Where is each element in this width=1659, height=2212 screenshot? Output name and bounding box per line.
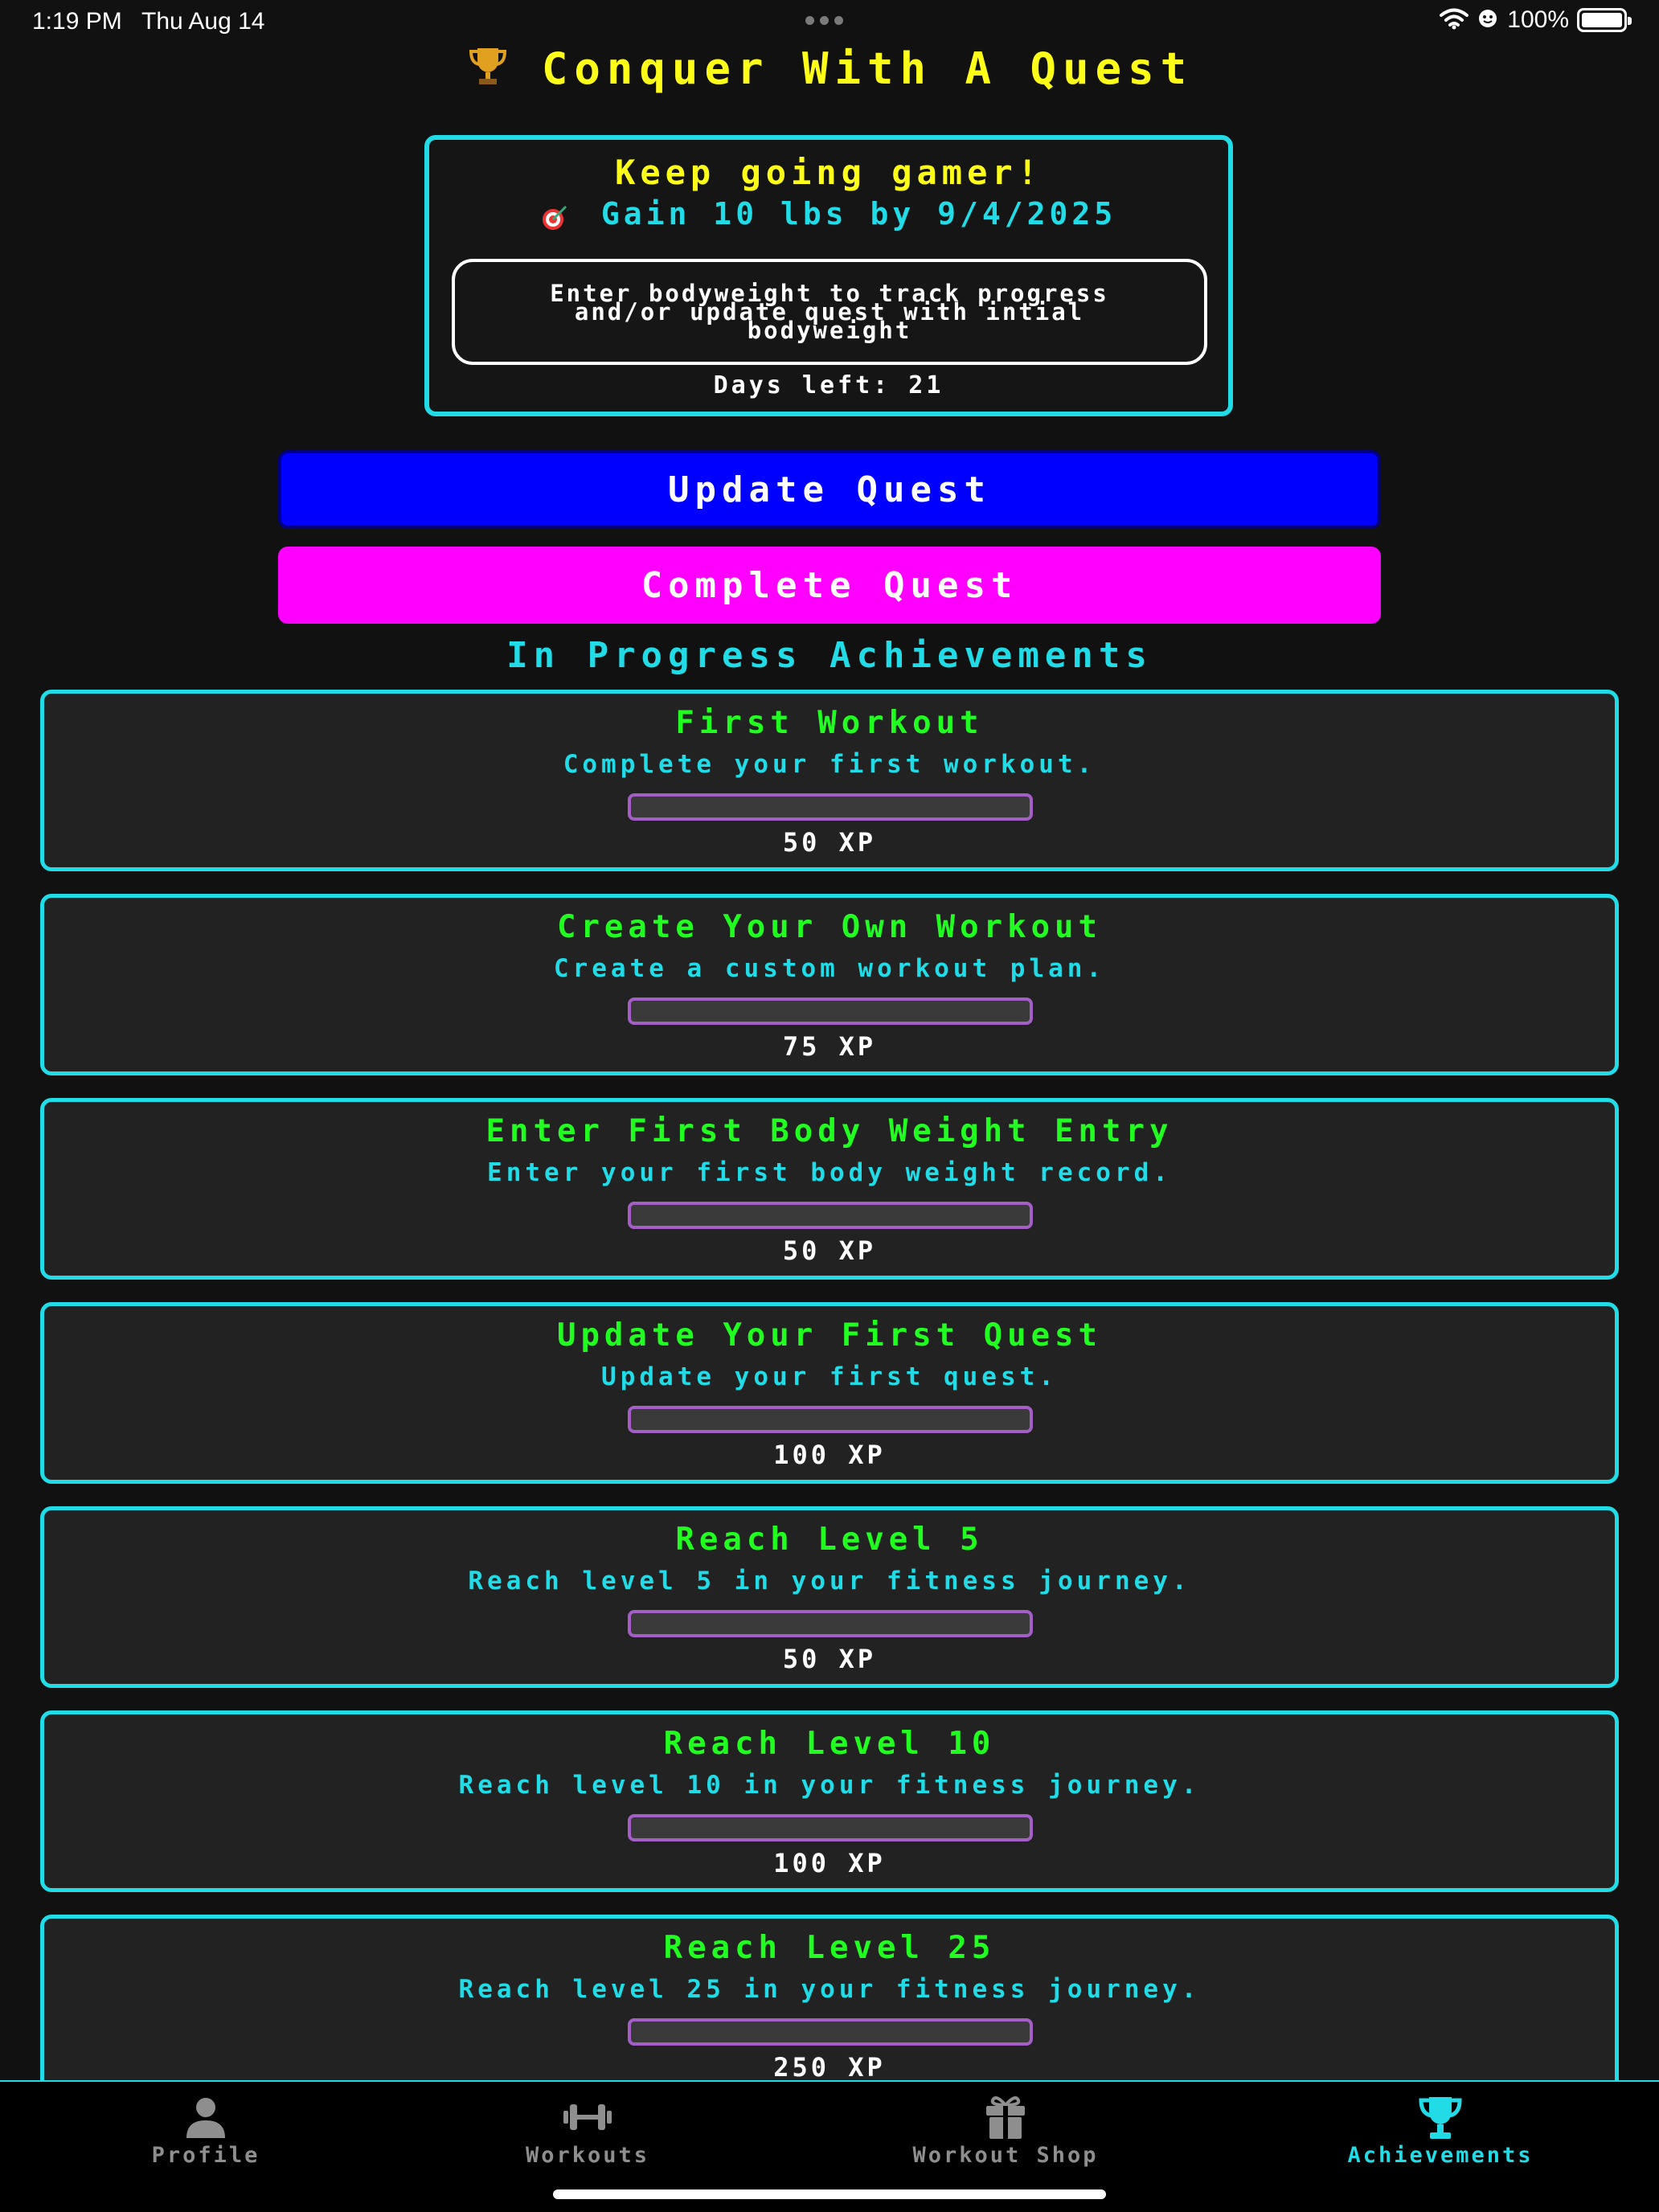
- achievement-description: Complete your first workout.: [563, 750, 1096, 779]
- quest-heading: Keep going gamer!: [615, 153, 1043, 192]
- focus-mode-icon: [1477, 7, 1499, 33]
- achievement-card: Enter First Body Weight Entry Enter your…: [40, 1098, 1619, 1280]
- achievement-description: Reach level 25 in your fitness journey.: [458, 1975, 1201, 2004]
- achievement-xp: 50 XP: [782, 1235, 877, 1266]
- achievement-xp: 75 XP: [782, 1031, 877, 1062]
- achievement-name: Create Your Own Workout: [556, 909, 1103, 945]
- achievement-xp: 100 XP: [773, 1440, 886, 1470]
- quest-card: Keep going gamer! Gain 10 lbs by 9/4/202…: [424, 135, 1233, 416]
- achievement-card: Reach Level 10 Reach level 10 in your fi…: [40, 1710, 1619, 1892]
- status-date: Thu Aug 14: [141, 8, 265, 35]
- achievement-xp: 50 XP: [782, 1644, 877, 1674]
- achievement-xp: 250 XP: [773, 2052, 886, 2080]
- tab-label: Profile: [151, 2143, 260, 2168]
- wifi-icon: [1440, 7, 1469, 33]
- achievement-xp: 50 XP: [782, 827, 877, 858]
- person-icon: [183, 2093, 228, 2141]
- achievement-list[interactable]: First Workout Complete your first workou…: [40, 690, 1619, 2080]
- dumbbell-icon: [562, 2093, 613, 2141]
- tab-label: Workout Shop: [912, 2143, 1099, 2168]
- tab-label: Achievements: [1347, 2143, 1534, 2168]
- status-indicators: 100%: [1440, 6, 1632, 34]
- status-bar: 1:19 PM Thu Aug 14 100%: [0, 0, 1659, 45]
- battery-icon: [1577, 8, 1632, 32]
- update-quest-button[interactable]: Update Quest: [278, 450, 1381, 529]
- achievement-progress-bar: [628, 1610, 1033, 1637]
- achievement-card: First Workout Complete your first workou…: [40, 690, 1619, 871]
- trophy-icon: [1416, 2093, 1464, 2141]
- achievement-name: Reach Level 5: [675, 1522, 984, 1558]
- achievement-description: Reach level 10 in your fitness journey.: [458, 1771, 1201, 1800]
- achievement-description: Create a custom workout plan.: [553, 954, 1106, 983]
- achievement-card: Reach Level 5 Reach level 5 in your fitn…: [40, 1506, 1619, 1688]
- tab-workouts[interactable]: Workouts: [514, 2093, 661, 2170]
- page-title: Conquer With A Quest: [541, 43, 1194, 94]
- achievement-progress-bar: [628, 1814, 1033, 1841]
- achievement-name: Reach Level 25: [663, 1930, 996, 1966]
- page-header: Conquer With A Quest: [0, 40, 1659, 96]
- achievement-name: Update Your First Quest: [556, 1317, 1103, 1354]
- quest-screen: 1:19 PM Thu Aug 14 100% Conquer With A Q…: [0, 0, 1659, 2212]
- achievement-description: Enter your first body weight record.: [487, 1158, 1172, 1187]
- achievement-description: Update your first quest.: [601, 1362, 1058, 1391]
- achievement-card: Create Your Own Workout Create a custom …: [40, 894, 1619, 1075]
- achievement-progress-bar: [628, 1202, 1033, 1229]
- complete-quest-button[interactable]: Complete Quest: [278, 547, 1381, 624]
- days-left: Days left: 21: [713, 371, 944, 399]
- achievement-name: Enter First Body Weight Entry: [485, 1113, 1174, 1149]
- section-title: In Progress Achievements: [506, 635, 1153, 676]
- tab-label: Workouts: [525, 2143, 650, 2168]
- quest-goal: Gain 10 lbs by 9/4/2025: [429, 196, 1228, 231]
- achievement-name: First Workout: [675, 705, 984, 741]
- battery-percentage: 100%: [1507, 6, 1569, 33]
- achievement-card: Reach Level 25 Reach level 25 in your fi…: [40, 1915, 1619, 2080]
- trophy-icon: [466, 43, 510, 94]
- achievement-progress-bar: [628, 1406, 1033, 1433]
- achievement-progress-bar: [628, 793, 1033, 821]
- tab-achievements[interactable]: Achievements: [1341, 2093, 1540, 2170]
- achievement-name: Reach Level 10: [663, 1726, 996, 1762]
- gift-icon: [983, 2093, 1028, 2141]
- bodyweight-input[interactable]: Enter bodyweight to track progress and/o…: [452, 259, 1207, 365]
- status-time: 1:19 PM: [32, 8, 122, 35]
- home-indicator[interactable]: [553, 2189, 1106, 2199]
- achievement-progress-bar: [628, 2018, 1033, 2046]
- tab-workout-shop[interactable]: Workout Shop: [903, 2093, 1108, 2170]
- multitasking-dots-icon[interactable]: [805, 16, 843, 25]
- quest-goal-text: Gain 10 lbs by 9/4/2025: [600, 196, 1117, 231]
- bodyweight-input-placeholder: Enter bodyweight to track progress and/o…: [550, 279, 1109, 344]
- achievement-card: Update Your First Quest Update your firs…: [40, 1302, 1619, 1484]
- achievement-progress-bar: [628, 997, 1033, 1025]
- achievement-description: Reach level 5 in your fitness journey.: [468, 1567, 1191, 1596]
- target-icon: [541, 203, 587, 231]
- achievement-xp: 100 XP: [773, 1848, 886, 1878]
- tab-profile[interactable]: Profile: [150, 2093, 262, 2170]
